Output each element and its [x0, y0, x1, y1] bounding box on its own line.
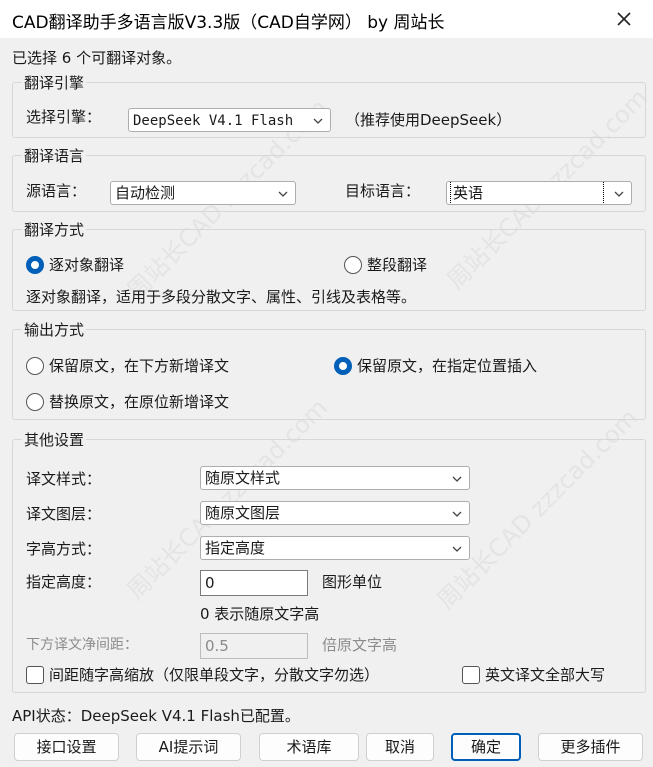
checkbox-indicator	[26, 665, 44, 684]
radio-indicator	[26, 356, 44, 375]
target-language-select[interactable]: 英语	[446, 181, 632, 205]
radio-indicator	[344, 255, 362, 274]
style-label: 译文样式：	[26, 470, 102, 488]
mode-paragraph-label: 整段翻译	[367, 256, 428, 274]
output-replace-radio[interactable]: 替换原文，在原位新增译文	[26, 391, 229, 412]
close-button[interactable]	[595, 0, 653, 38]
api-status: API状态：DeepSeek V4.1 Flash已配置。	[12, 707, 300, 725]
style-value: 随原文样式	[205, 469, 281, 487]
height-mode-select[interactable]: 指定高度	[200, 536, 470, 560]
more-plugins-button[interactable]: 更多插件	[538, 733, 643, 761]
height-label: 指定高度：	[26, 573, 102, 591]
engine-select[interactable]: DeepSeek V4.1 Flash	[128, 108, 331, 132]
close-icon	[617, 12, 631, 26]
height-hint: 0 表示随原文字高	[200, 605, 320, 623]
height-input[interactable]: 0	[200, 570, 308, 596]
radio-indicator	[26, 392, 44, 411]
source-language-value: 自动检测	[115, 184, 176, 202]
mode-group-title: 翻译方式	[22, 219, 87, 240]
engine-group-title: 翻译引擎	[22, 72, 87, 93]
scale-checkbox[interactable]: 间距随字高缩放（仅限单段文字，分散文字勿选）	[26, 664, 379, 685]
height-mode-value: 指定高度	[205, 539, 266, 557]
title-bar: CAD翻译助手多语言版V3.3版（CAD自学网） by 周站长	[0, 0, 653, 38]
source-language-select[interactable]: 自动检测	[110, 181, 296, 205]
spacing-label: 下方译文净间距：	[26, 637, 138, 653]
other-group-title: 其他设置	[22, 429, 87, 450]
mode-description: 逐对象翻译，适用于多段分散文字、属性、引线及表格等。	[26, 288, 417, 306]
spacing-unit: 倍原文字高	[322, 636, 398, 654]
uppercase-checkbox[interactable]: 英文译文全部大写	[462, 664, 605, 685]
chevron-down-icon	[452, 511, 462, 517]
height-mode-label: 字高方式：	[26, 540, 102, 558]
ai-prompt-button[interactable]: AI提示词	[136, 733, 241, 761]
output-insert-radio[interactable]: 保留原文，在指定位置插入	[334, 355, 537, 376]
engine-select-value: DeepSeek V4.1 Flash	[133, 113, 294, 129]
spacing-input[interactable]: 0.5	[200, 633, 308, 659]
api-settings-button[interactable]: 接口设置	[14, 733, 119, 761]
chevron-down-icon	[278, 191, 288, 197]
scale-checkbox-label: 间距随字高缩放（仅限单段文字，分散文字勿选）	[49, 666, 380, 684]
output-group-title: 输出方式	[22, 319, 87, 340]
height-unit: 图形单位	[322, 573, 383, 591]
ok-button[interactable]: 确定	[451, 733, 521, 761]
chevron-down-icon	[452, 546, 462, 552]
chevron-down-icon	[313, 118, 323, 124]
selection-status: 已选择 6 个可翻译对象。	[12, 49, 182, 67]
output-replace-label: 替换原文，在原位新增译文	[49, 393, 230, 411]
uppercase-checkbox-label: 英文译文全部大写	[485, 666, 606, 684]
checkbox-indicator	[462, 665, 480, 684]
output-below-radio[interactable]: 保留原文，在下方新增译文	[26, 355, 229, 376]
engine-hint: （推荐使用DeepSeek）	[345, 111, 512, 129]
layer-select[interactable]: 随原文图层	[200, 501, 470, 525]
source-language-label: 源语言：	[26, 182, 87, 200]
window-title: CAD翻译助手多语言版V3.3版（CAD自学网） by 周站长	[12, 13, 445, 33]
radio-indicator	[26, 255, 44, 274]
chevron-down-icon	[452, 476, 462, 482]
chevron-down-icon	[614, 191, 624, 197]
target-language-value: 英语	[450, 182, 604, 204]
output-insert-label: 保留原文，在指定位置插入	[357, 357, 538, 375]
style-select[interactable]: 随原文样式	[200, 466, 470, 490]
layer-label: 译文图层：	[26, 505, 102, 523]
layer-value: 随原文图层	[205, 504, 281, 522]
mode-object-radio[interactable]: 逐对象翻译	[26, 254, 124, 275]
language-group-title: 翻译语言	[22, 145, 87, 166]
glossary-button[interactable]: 术语库	[259, 733, 359, 761]
cancel-button[interactable]: 取消	[366, 733, 434, 761]
engine-label: 选择引擎：	[26, 108, 102, 126]
radio-indicator	[334, 356, 352, 375]
mode-object-label: 逐对象翻译	[49, 256, 125, 274]
mode-paragraph-radio[interactable]: 整段翻译	[344, 254, 427, 275]
target-language-label: 目标语言：	[345, 182, 421, 200]
output-below-label: 保留原文，在下方新增译文	[49, 357, 230, 375]
